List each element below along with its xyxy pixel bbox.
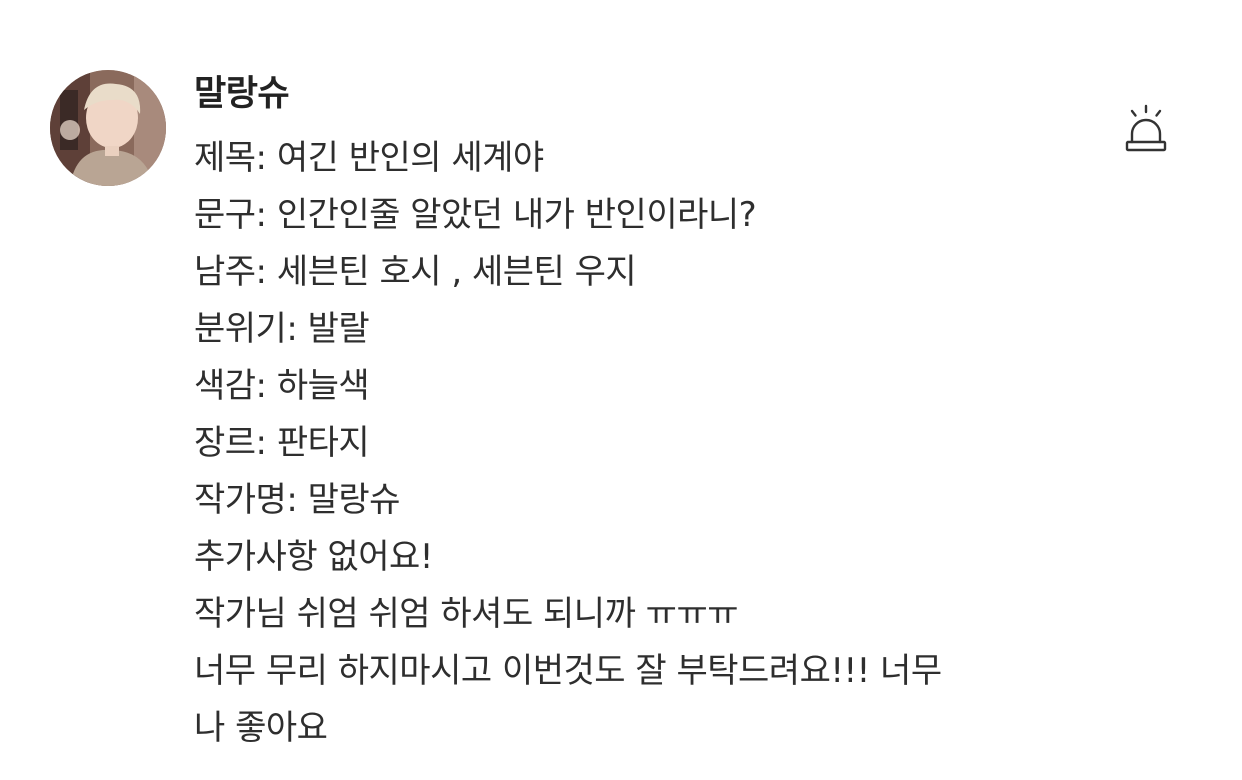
- comment-line: 나 좋아요: [194, 708, 328, 748]
- siren-alarm-icon[interactable]: [1120, 104, 1172, 156]
- author-name[interactable]: 말랑슈: [194, 68, 290, 120]
- avatar-photo: [50, 70, 166, 186]
- author-avatar[interactable]: [50, 70, 166, 186]
- comment-line: 제목: 여긴 반인의 세계야: [194, 138, 544, 178]
- comment-line: 추가사항 없어요!: [194, 537, 433, 577]
- comment-body: 제목: 여긴 반인의 세계야 문구: 인간인줄 알았던 내가 반인이라니? 남주…: [194, 130, 942, 757]
- comment-line: 문구: 인간인줄 알았던 내가 반인이라니?: [194, 195, 757, 235]
- comment-line: 너무 무리 하지마시고 이번것도 잘 부탁드려요!!! 너무: [194, 651, 942, 691]
- comment-line: 색감: 하늘색: [194, 366, 370, 406]
- comment-item: 말랑슈 제목: 여긴 반인의 세계야 문구: 인간인줄 알았던 내가 반인이라니…: [0, 0, 1242, 780]
- comment-line: 장르: 판타지: [194, 423, 370, 463]
- comment-line: 분위기: 발랄: [194, 309, 370, 349]
- comment-line: 작가명: 말랑슈: [194, 480, 400, 520]
- comment-line: 작가님 쉬엄 쉬엄 하셔도 되니까 ㅠㅠㅠ: [194, 594, 739, 634]
- comment-line: 남주: 세븐틴 호시 , 세븐틴 우지: [194, 252, 637, 292]
